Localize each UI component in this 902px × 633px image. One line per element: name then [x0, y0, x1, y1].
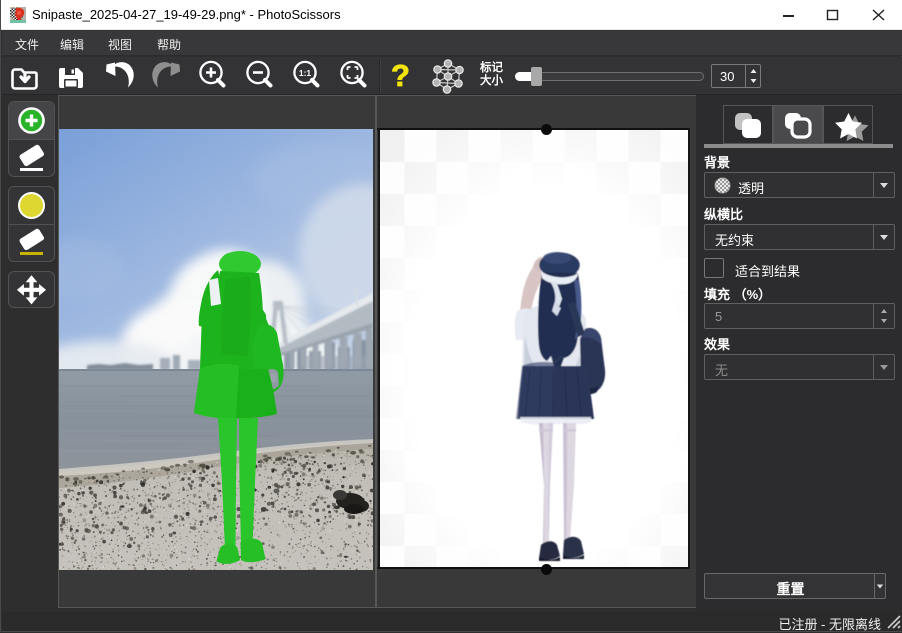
svg-text:?: ? — [391, 58, 410, 93]
svg-text:1:1: 1:1 — [299, 68, 312, 78]
